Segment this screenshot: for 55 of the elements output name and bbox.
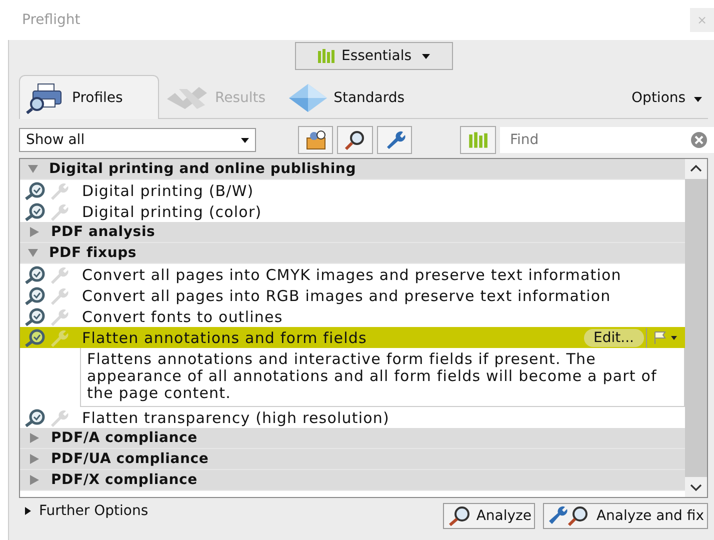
magnifier-icon: [24, 308, 46, 326]
tab[interactable]: Profiles: [19, 75, 159, 119]
magnifier-icon: [24, 408, 46, 426]
expander-icon[interactable]: [28, 249, 38, 257]
profile-name: Digital printing (B/W): [82, 182, 255, 200]
profile-row[interactable]: Convert all pages into RGB images and preserve text information: [20, 285, 685, 306]
diamond-icon: [288, 83, 328, 113]
analyze-and-fix-button[interactable]: Analyze and fix: [543, 503, 708, 529]
workspace-button[interactable]: Essentials: [294, 42, 452, 70]
bar-chart-icon: [317, 49, 336, 63]
expander-icon[interactable]: [28, 165, 38, 173]
further-options-toggle[interactable]: Further Options: [19, 501, 154, 521]
magnifier-icon: [24, 286, 46, 304]
profile-row[interactable]: Digital printing (color): [20, 201, 685, 222]
group-header[interactable]: Digital printing and online publishing: [20, 159, 685, 180]
tab[interactable]: Standards: [282, 78, 421, 118]
chevron-up-icon[interactable]: [685, 159, 707, 179]
profile-name: Flatten annotations and form fields: [82, 328, 368, 346]
profile-name: Convert fonts to outlines: [82, 308, 284, 326]
caret-icon: [422, 54, 430, 58]
edit-button[interactable]: Edit...: [584, 328, 644, 346]
magnifier-icon: [24, 266, 46, 284]
checkmark-cross-icon: [165, 85, 209, 111]
analyze-button[interactable]: Analyze: [443, 503, 536, 529]
search-icon[interactable]: [337, 126, 373, 154]
chart-icon[interactable]: [460, 126, 496, 154]
caret-icon: [240, 138, 249, 142]
caret-icon: [694, 97, 702, 102]
expander-icon[interactable]: [30, 475, 39, 485]
chevron-down-icon[interactable]: [685, 477, 707, 497]
options-menu[interactable]: Options: [626, 78, 708, 118]
profile-row[interactable]: Convert fonts to outlines: [20, 306, 685, 327]
profile-name: Digital printing (color): [82, 202, 263, 220]
magnifier-icon: [24, 202, 46, 220]
profile-name: Convert all pages into CMYK images and preserve text information: [82, 266, 622, 284]
toolbox-icon[interactable]: [298, 126, 334, 154]
magnifier-icon: [24, 182, 46, 200]
filter-dropdown[interactable]: Show all: [19, 128, 256, 152]
group-header[interactable]: PDF/X compliance: [20, 470, 685, 491]
flag-icon: [653, 330, 679, 344]
profile-name: Convert all pages into RGB images and preserve text information: [82, 286, 612, 304]
profile-row[interactable]: Convert all pages into CMYK images and preserve text information: [20, 264, 685, 285]
search-field[interactable]: Find: [500, 127, 714, 153]
profile-row[interactable]: Flatten annotations and form fields Edit...: [20, 327, 685, 348]
group-header[interactable]: PDF fixups: [20, 243, 685, 264]
group-header[interactable]: PDF/UA compliance: [20, 449, 685, 470]
profile-description: Flattens annotations and interactive form fields if present. The appearance of all annotations and all form fields will become a part of the page content.: [80, 348, 685, 407]
group-header[interactable]: PDF analysis: [20, 222, 685, 243]
profile-row[interactable]: Flatten transparency (high resolution): [20, 407, 685, 428]
profile-name: Flatten transparency (high resolution): [82, 408, 390, 426]
profile-row[interactable]: Digital printing (B/W): [20, 180, 685, 201]
wrench-icon[interactable]: [376, 126, 412, 154]
window-title: Preflight: [22, 12, 82, 28]
magnifier-icon: [24, 328, 46, 346]
group-header[interactable]: PDF/A compliance: [20, 428, 685, 449]
